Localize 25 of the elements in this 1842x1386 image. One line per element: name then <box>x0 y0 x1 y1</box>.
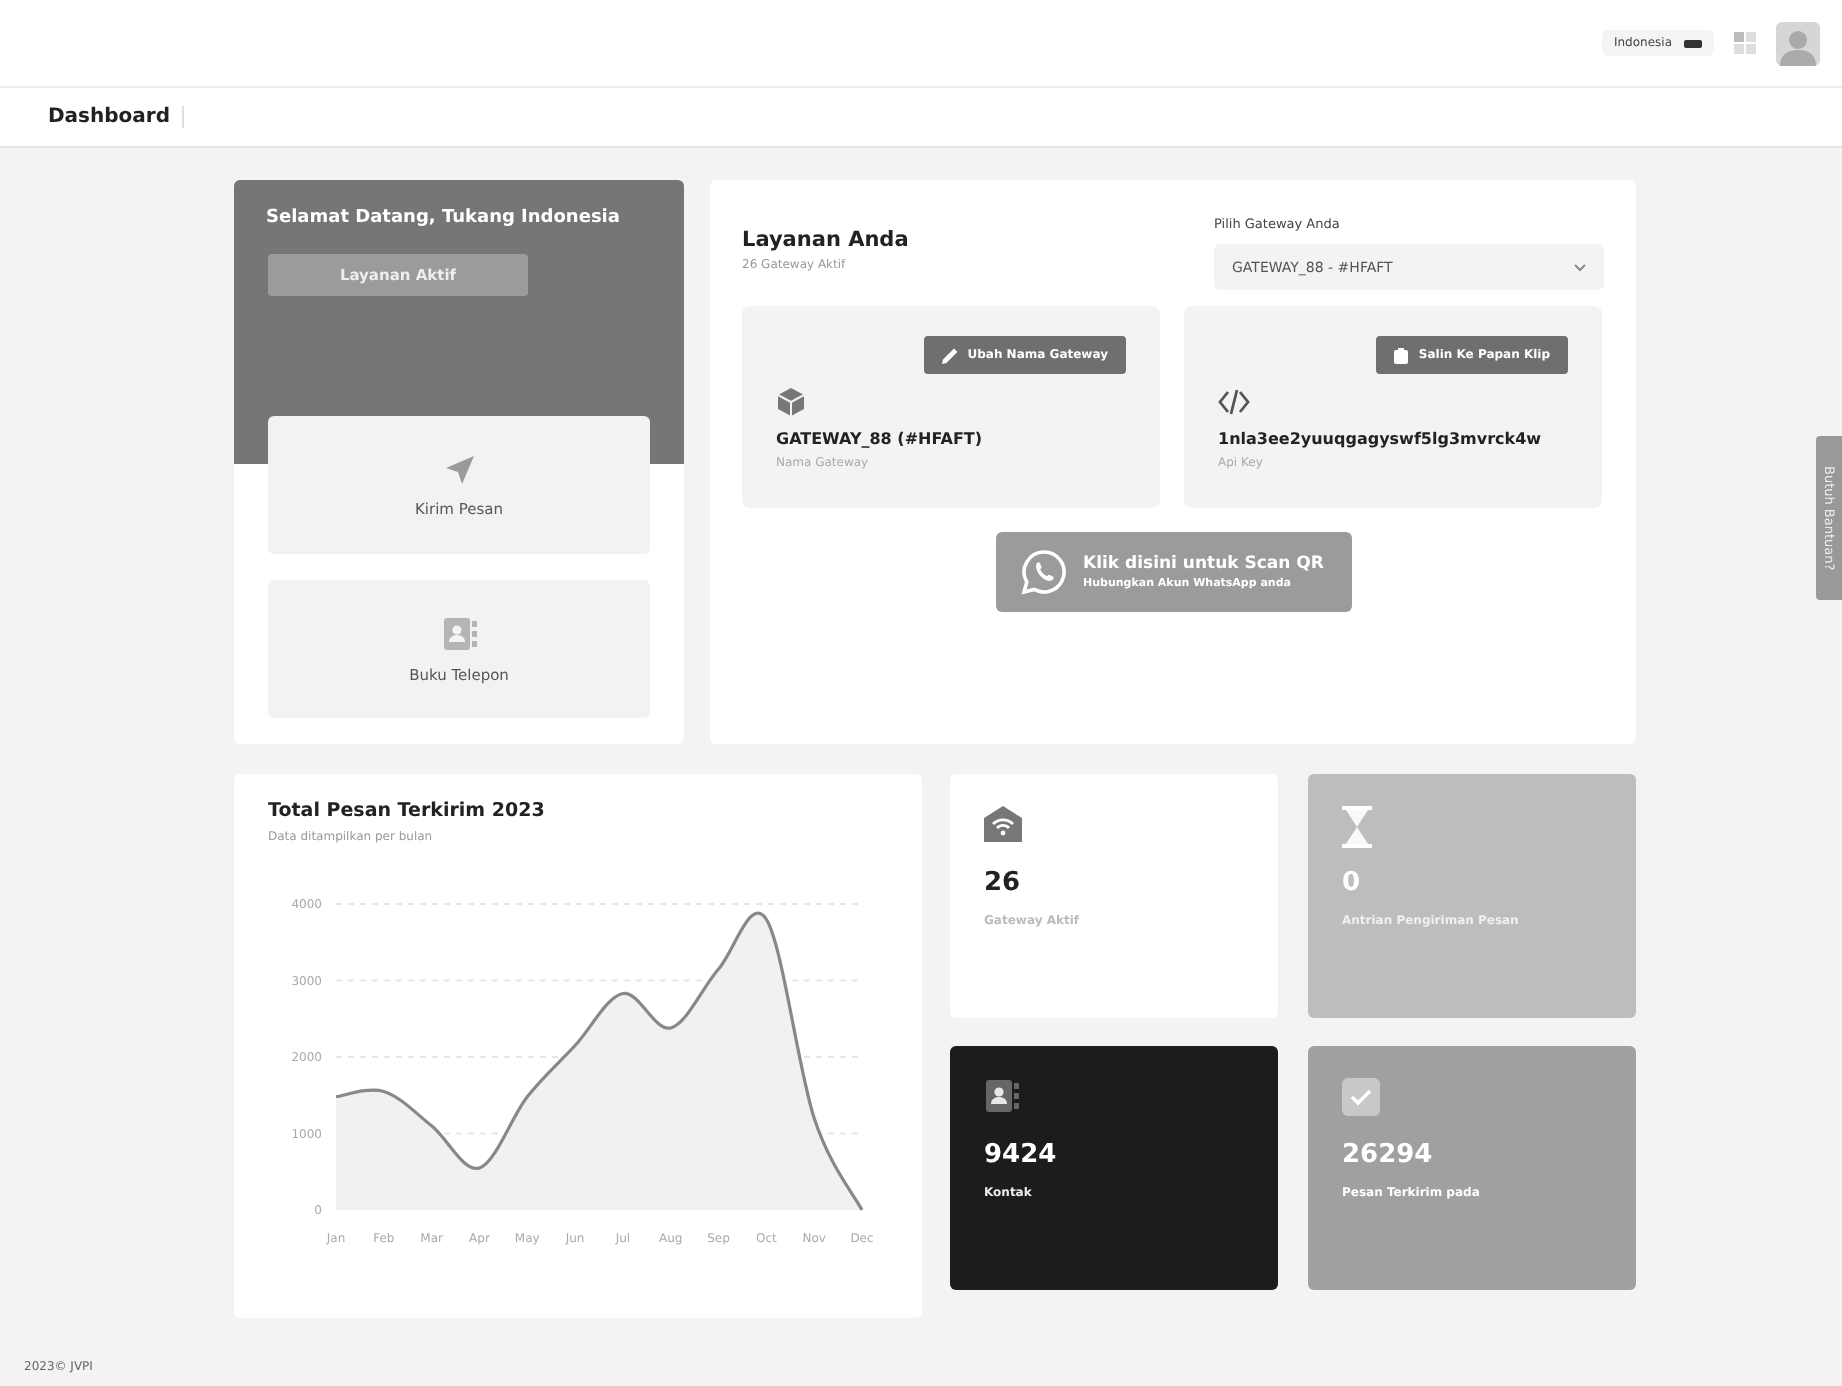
address-book-icon <box>984 1078 1020 1114</box>
page-title: Dashboard <box>48 106 184 128</box>
flag-icon <box>1684 39 1702 47</box>
pencil-icon <box>941 347 958 363</box>
code-icon <box>1218 388 1250 416</box>
hourglass-icon <box>1342 806 1372 848</box>
section-title: Layanan Anda <box>742 228 909 252</box>
stat-value: 9424 <box>984 1140 1059 1170</box>
paper-plane-icon <box>443 453 475 485</box>
chevron-icon <box>1574 263 1586 271</box>
cube-icon <box>776 386 806 418</box>
grid-icon[interactable] <box>1734 32 1756 54</box>
house-wifi-icon <box>984 806 1022 842</box>
check-icon <box>1342 1078 1380 1116</box>
user-avatar[interactable] <box>1776 21 1820 65</box>
stat-value: 0 <box>1342 868 1363 898</box>
stat-value: 26294 <box>1342 1140 1435 1170</box>
gateway-name-value: GATEWAY_88 (#HFAFT) <box>776 430 985 448</box>
whatsapp-icon <box>1019 548 1067 596</box>
chart-title: Total Pesan Terkirim 2023 <box>268 800 547 822</box>
stat-value: 26 <box>984 868 1023 898</box>
welcome-title: Selamat Datang, Tukang Indonesia <box>266 208 622 228</box>
address-book-icon <box>441 615 477 651</box>
clipboard-icon <box>1394 347 1409 363</box>
api-key-value: 1nla3ee2yuuqgagyswf5lg3mvrck4w <box>1218 430 1544 448</box>
